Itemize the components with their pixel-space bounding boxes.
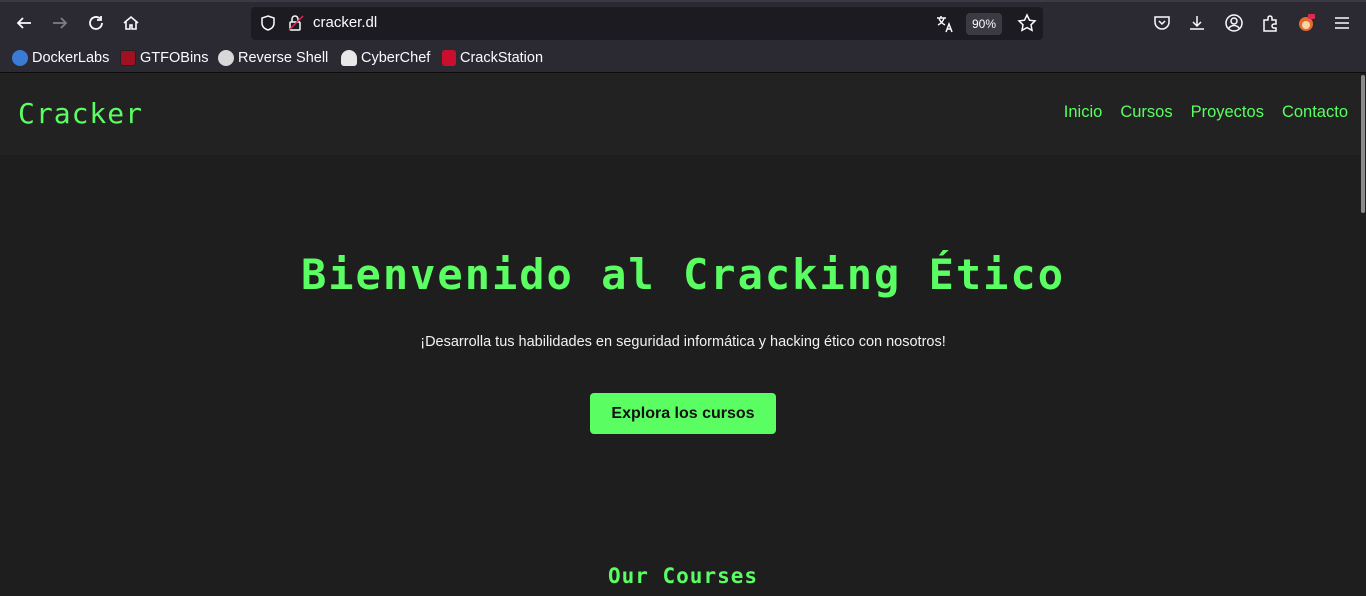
- reload-icon[interactable]: [83, 10, 109, 36]
- site-logo[interactable]: Cracker: [18, 97, 143, 130]
- browser-toolbar: cracker.dl 90%: [0, 0, 1366, 44]
- nav-link-cursos[interactable]: Cursos: [1120, 103, 1172, 122]
- web-page: Cracker Inicio Cursos Proyectos Contacto…: [0, 73, 1360, 596]
- skull-icon: [218, 50, 234, 66]
- tracking-shield-icon[interactable]: [259, 14, 277, 32]
- home-icon[interactable]: [118, 10, 144, 36]
- courses-section-title: Our Courses: [607, 564, 759, 588]
- zoom-level[interactable]: 90%: [966, 13, 1003, 35]
- bookmark-reverse-shell[interactable]: Reverse Shell: [218, 48, 328, 68]
- bookmark-dockerlabs[interactable]: DockerLabs: [12, 48, 109, 68]
- gtfobins-icon: [120, 50, 136, 66]
- address-bar[interactable]: cracker.dl 90%: [251, 7, 1043, 40]
- forward-icon[interactable]: [47, 10, 73, 36]
- scrollbar-thumb[interactable]: [1361, 75, 1365, 213]
- site-header: Cracker Inicio Cursos Proyectos Contacto: [0, 73, 1360, 155]
- url-text[interactable]: cracker.dl: [313, 14, 377, 31]
- bookmark-cyberchef[interactable]: CyberChef: [341, 48, 430, 68]
- extension-fox-icon[interactable]: [1296, 13, 1316, 33]
- translate-icon[interactable]: [935, 14, 955, 34]
- explore-courses-button[interactable]: Explora los cursos: [590, 393, 776, 434]
- page-scrollbar[interactable]: [1360, 73, 1366, 596]
- back-icon[interactable]: [11, 10, 37, 36]
- chef-hat-icon: [341, 50, 357, 66]
- insecure-lock-icon[interactable]: [287, 14, 305, 32]
- hero-title: Bienvenido al Cracking Ético: [300, 250, 1065, 299]
- nav-link-contacto[interactable]: Contacto: [1282, 103, 1348, 122]
- bookmark-crackstation[interactable]: CrackStation: [442, 48, 543, 68]
- menu-icon[interactable]: [1332, 13, 1352, 33]
- extensions-icon[interactable]: [1260, 13, 1280, 33]
- nav-link-inicio[interactable]: Inicio: [1064, 103, 1103, 122]
- crackstation-icon: [442, 50, 456, 66]
- download-icon[interactable]: [1187, 13, 1207, 33]
- hero-subtitle: ¡Desarrolla tus habilidades en seguridad…: [420, 334, 946, 350]
- site-nav: Inicio Cursos Proyectos Contacto: [1064, 103, 1348, 122]
- bookmarks-bar: DockerLabs GTFOBins Reverse Shell CyberC…: [0, 44, 1366, 73]
- bookmark-star-icon[interactable]: [1017, 13, 1037, 33]
- pocket-icon[interactable]: [1152, 13, 1172, 33]
- account-icon[interactable]: [1224, 13, 1244, 33]
- bookmark-gtfobins[interactable]: GTFOBins: [120, 48, 208, 68]
- nav-link-proyectos[interactable]: Proyectos: [1191, 103, 1264, 122]
- dockerlabs-icon: [12, 50, 28, 66]
